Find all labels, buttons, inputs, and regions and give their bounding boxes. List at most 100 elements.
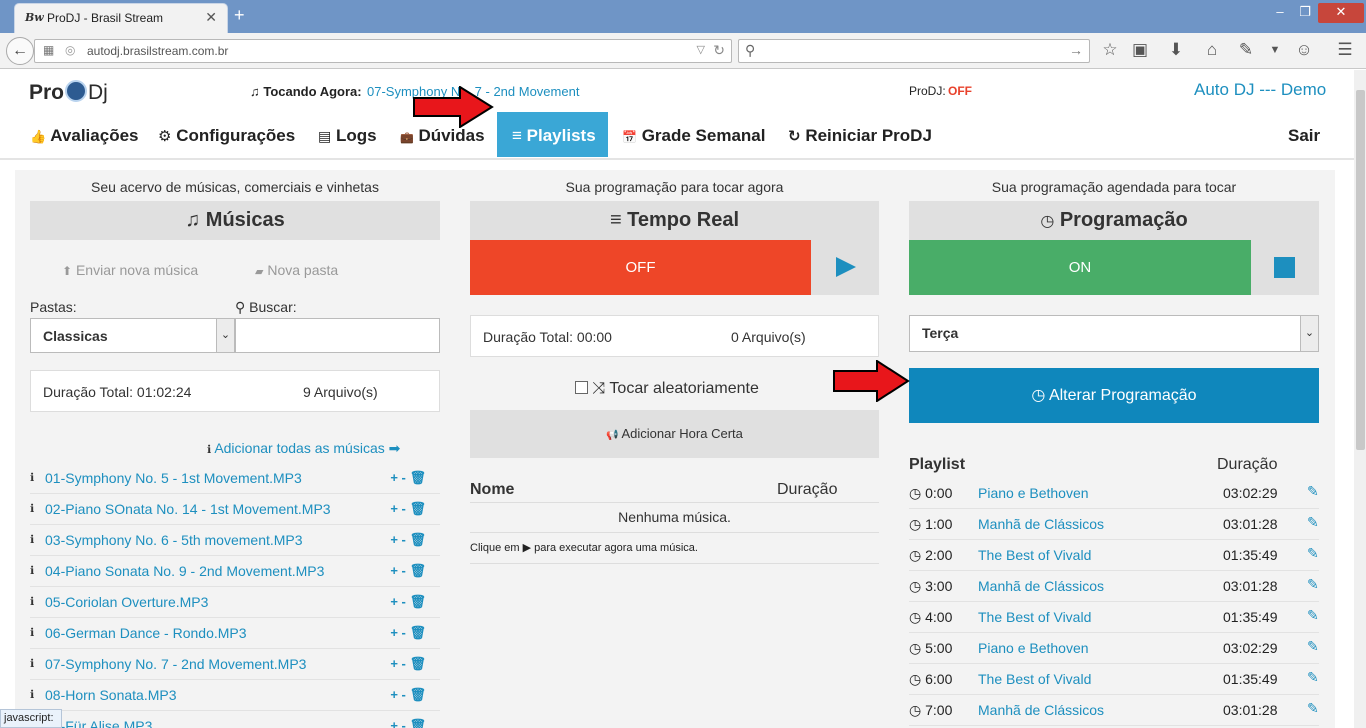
song-actions[interactable]: + - 🗑 — [390, 563, 426, 579]
auto-dj-account[interactable]: Auto DJ --- Demo — [1194, 80, 1326, 100]
menu-duvidas[interactable]: 💼 Dúvidas — [400, 126, 485, 146]
logo-text-dj: Dj — [88, 81, 108, 104]
home-icon[interactable]: ⌂ — [1201, 40, 1223, 60]
extension-icon[interactable]: ✎ — [1235, 40, 1257, 60]
schedule-playlist-name[interactable]: The Best of Vivald — [978, 547, 1091, 563]
close-tab-icon[interactable]: ✕ — [205, 9, 217, 26]
logout-link[interactable]: Sair — [1288, 126, 1320, 146]
schedule-playlist-name[interactable]: The Best of Vivald — [978, 609, 1091, 625]
menu-avaliacoes[interactable]: 👍 Avaliações — [30, 126, 139, 146]
chevron-down-icon[interactable]: ⌄ — [216, 319, 234, 352]
clock-icon: ◷ — [909, 609, 922, 625]
song-actions[interactable]: + - 🗑 — [390, 594, 426, 610]
minimize-button[interactable]: – — [1268, 3, 1292, 23]
song-actions[interactable]: + - 🗑 — [390, 687, 426, 703]
song-name[interactable]: 03-Symphony No. 6 - 5th movement.MP3 — [45, 532, 303, 548]
edit-pencil-icon[interactable]: ✎ — [1307, 669, 1319, 686]
schedule-duration: 03:02:29 — [1223, 640, 1278, 656]
chevron-down-icon[interactable]: ⌄ — [1300, 316, 1318, 351]
schedule-on-toggle[interactable]: ON — [909, 240, 1251, 295]
menu-configuracoes[interactable]: ⚙ Configurações — [158, 126, 295, 146]
info-icon[interactable]: ℹ — [30, 533, 34, 546]
song-actions[interactable]: + - 🗑 — [390, 625, 426, 641]
info-icon[interactable]: ℹ — [30, 564, 34, 577]
info-icon[interactable]: ℹ — [30, 471, 34, 484]
info-icon[interactable]: ℹ — [30, 626, 34, 639]
info-icon[interactable]: ℹ — [30, 502, 34, 515]
folder-select[interactable]: Classicas ⌄ — [30, 318, 235, 353]
menu-grade-semanal[interactable]: 📅 Grade Semanal — [622, 126, 765, 146]
search-bar[interactable]: ⚲ → — [738, 39, 1090, 63]
schedule-playlist-name[interactable]: Piano e Bethoven — [978, 640, 1089, 656]
clock-icon: ◷ — [1031, 387, 1046, 404]
song-name[interactable]: 06-German Dance - Rondo.MP3 — [45, 625, 247, 641]
song-name[interactable]: 02-Piano SOnata No. 14 - 1st Movement.MP… — [45, 501, 331, 517]
schedule-playlist-name[interactable]: Manhã de Clássicos — [978, 516, 1104, 532]
song-actions[interactable]: + - 🗑 — [390, 656, 426, 672]
song-actions[interactable]: + - 🗑 — [390, 718, 426, 728]
realtime-off-toggle[interactable]: OFF — [470, 240, 811, 295]
schedule-playlist-name[interactable]: Piano e Bethoven — [978, 485, 1089, 501]
menu-playlists[interactable]: ≡ Playlists — [512, 126, 596, 146]
edit-pencil-icon[interactable]: ✎ — [1307, 545, 1319, 562]
info-icon[interactable]: ℹ — [30, 688, 34, 701]
schedule-playlist-name[interactable]: The Best of Vivald — [978, 671, 1091, 687]
add-time-button[interactable]: 📢 Adicionar Hora Certa — [470, 410, 879, 458]
edit-pencil-icon[interactable]: ✎ — [1307, 576, 1319, 593]
prodj-logo[interactable]: Pro Dj — [29, 80, 108, 105]
song-name[interactable]: 07-Symphony No. 7 - 2nd Movement.MP3 — [45, 656, 306, 672]
schedule-time: ◷ 1:00 — [909, 516, 953, 532]
download-icon[interactable]: ⬇ — [1165, 40, 1187, 60]
song-actions[interactable]: + - 🗑 — [390, 501, 426, 517]
clipboard-icon[interactable]: ▣ — [1129, 40, 1151, 60]
search-input[interactable] — [235, 318, 440, 353]
clock-icon: ◷ — [1040, 213, 1055, 230]
scrollbar-thumb[interactable] — [1356, 90, 1365, 450]
schedule-playlist-name[interactable]: Manhã de Clássicos — [978, 578, 1104, 594]
smiley-icon[interactable]: ☺ — [1293, 40, 1315, 60]
new-folder-button[interactable]: ▰ Nova pasta — [255, 262, 338, 278]
song-actions[interactable]: + - 🗑 — [390, 470, 426, 486]
shuffle-checkbox[interactable] — [575, 381, 588, 394]
search-go-icon[interactable]: → — [1069, 42, 1083, 58]
new-tab-button[interactable]: + — [234, 5, 245, 26]
edit-pencil-icon[interactable]: ✎ — [1307, 607, 1319, 624]
reload-icon[interactable]: ↻ — [713, 42, 725, 59]
page-grid-icon[interactable]: ▦ — [43, 43, 54, 57]
maximize-button[interactable]: ❐ — [1293, 3, 1317, 23]
schedule-duration: 03:01:28 — [1223, 702, 1278, 718]
chevron-down-icon[interactable]: ▼ — [1264, 44, 1286, 56]
add-all-songs-link[interactable]: ℹ Adicionar todas as músicas ➡ — [207, 440, 400, 457]
song-name[interactable]: 01-Symphony No. 5 - 1st Movement.MP3 — [45, 470, 302, 486]
change-schedule-button[interactable]: ◷ Alterar Programação — [909, 368, 1319, 423]
browser-titlebar: Bw ProDJ - Brasil Stream ✕ + – ❐ ✕ — [0, 0, 1366, 33]
song-name[interactable]: 04-Piano Sonata No. 9 - 2nd Movement.MP3 — [45, 563, 324, 579]
info-icon[interactable]: ℹ — [30, 657, 34, 670]
song-name[interactable]: 05-Coriolan Overture.MP3 — [45, 594, 208, 610]
edit-pencil-icon[interactable]: ✎ — [1307, 483, 1319, 500]
day-select[interactable]: Terça ⌄ — [909, 315, 1319, 352]
address-bar[interactable]: ▦ ◎ autodj.brasilstream.com.br ▽ ↻ — [34, 39, 732, 63]
menu-reiniciar[interactable]: ↻ Reiniciar ProDJ — [788, 126, 932, 146]
list-icon: ≡ — [512, 126, 522, 145]
schedule-playlist-name[interactable]: Manhã de Clássicos — [978, 702, 1104, 718]
upload-music-button[interactable]: ⬆ Enviar nova música — [62, 262, 198, 278]
info-icon[interactable]: ℹ — [30, 595, 34, 608]
song-actions[interactable]: + - 🗑 — [390, 532, 426, 548]
edit-pencil-icon[interactable]: ✎ — [1307, 638, 1319, 655]
day-select-value: Terça — [922, 325, 959, 341]
page-scrollbar[interactable] — [1354, 70, 1366, 728]
edit-pencil-icon[interactable]: ✎ — [1307, 700, 1319, 717]
play-icon[interactable] — [836, 257, 856, 277]
song-name[interactable]: 08-Horn Sonata.MP3 — [45, 687, 177, 703]
stop-icon[interactable] — [1274, 257, 1295, 278]
shuffle-option[interactable]: ⤨ Tocar aleatoriamente — [575, 380, 759, 398]
back-button[interactable]: ← — [6, 37, 34, 65]
close-window-button[interactable]: ✕ — [1318, 3, 1364, 23]
hamburger-menu-icon[interactable]: ☰ — [1334, 40, 1356, 60]
url-dropdown-icon[interactable]: ▽ — [697, 43, 705, 56]
star-icon[interactable]: ☆ — [1099, 40, 1121, 60]
menu-logs[interactable]: ▤ Logs — [318, 126, 377, 146]
browser-tab[interactable]: Bw ProDJ - Brasil Stream ✕ — [14, 3, 228, 33]
edit-pencil-icon[interactable]: ✎ — [1307, 514, 1319, 531]
